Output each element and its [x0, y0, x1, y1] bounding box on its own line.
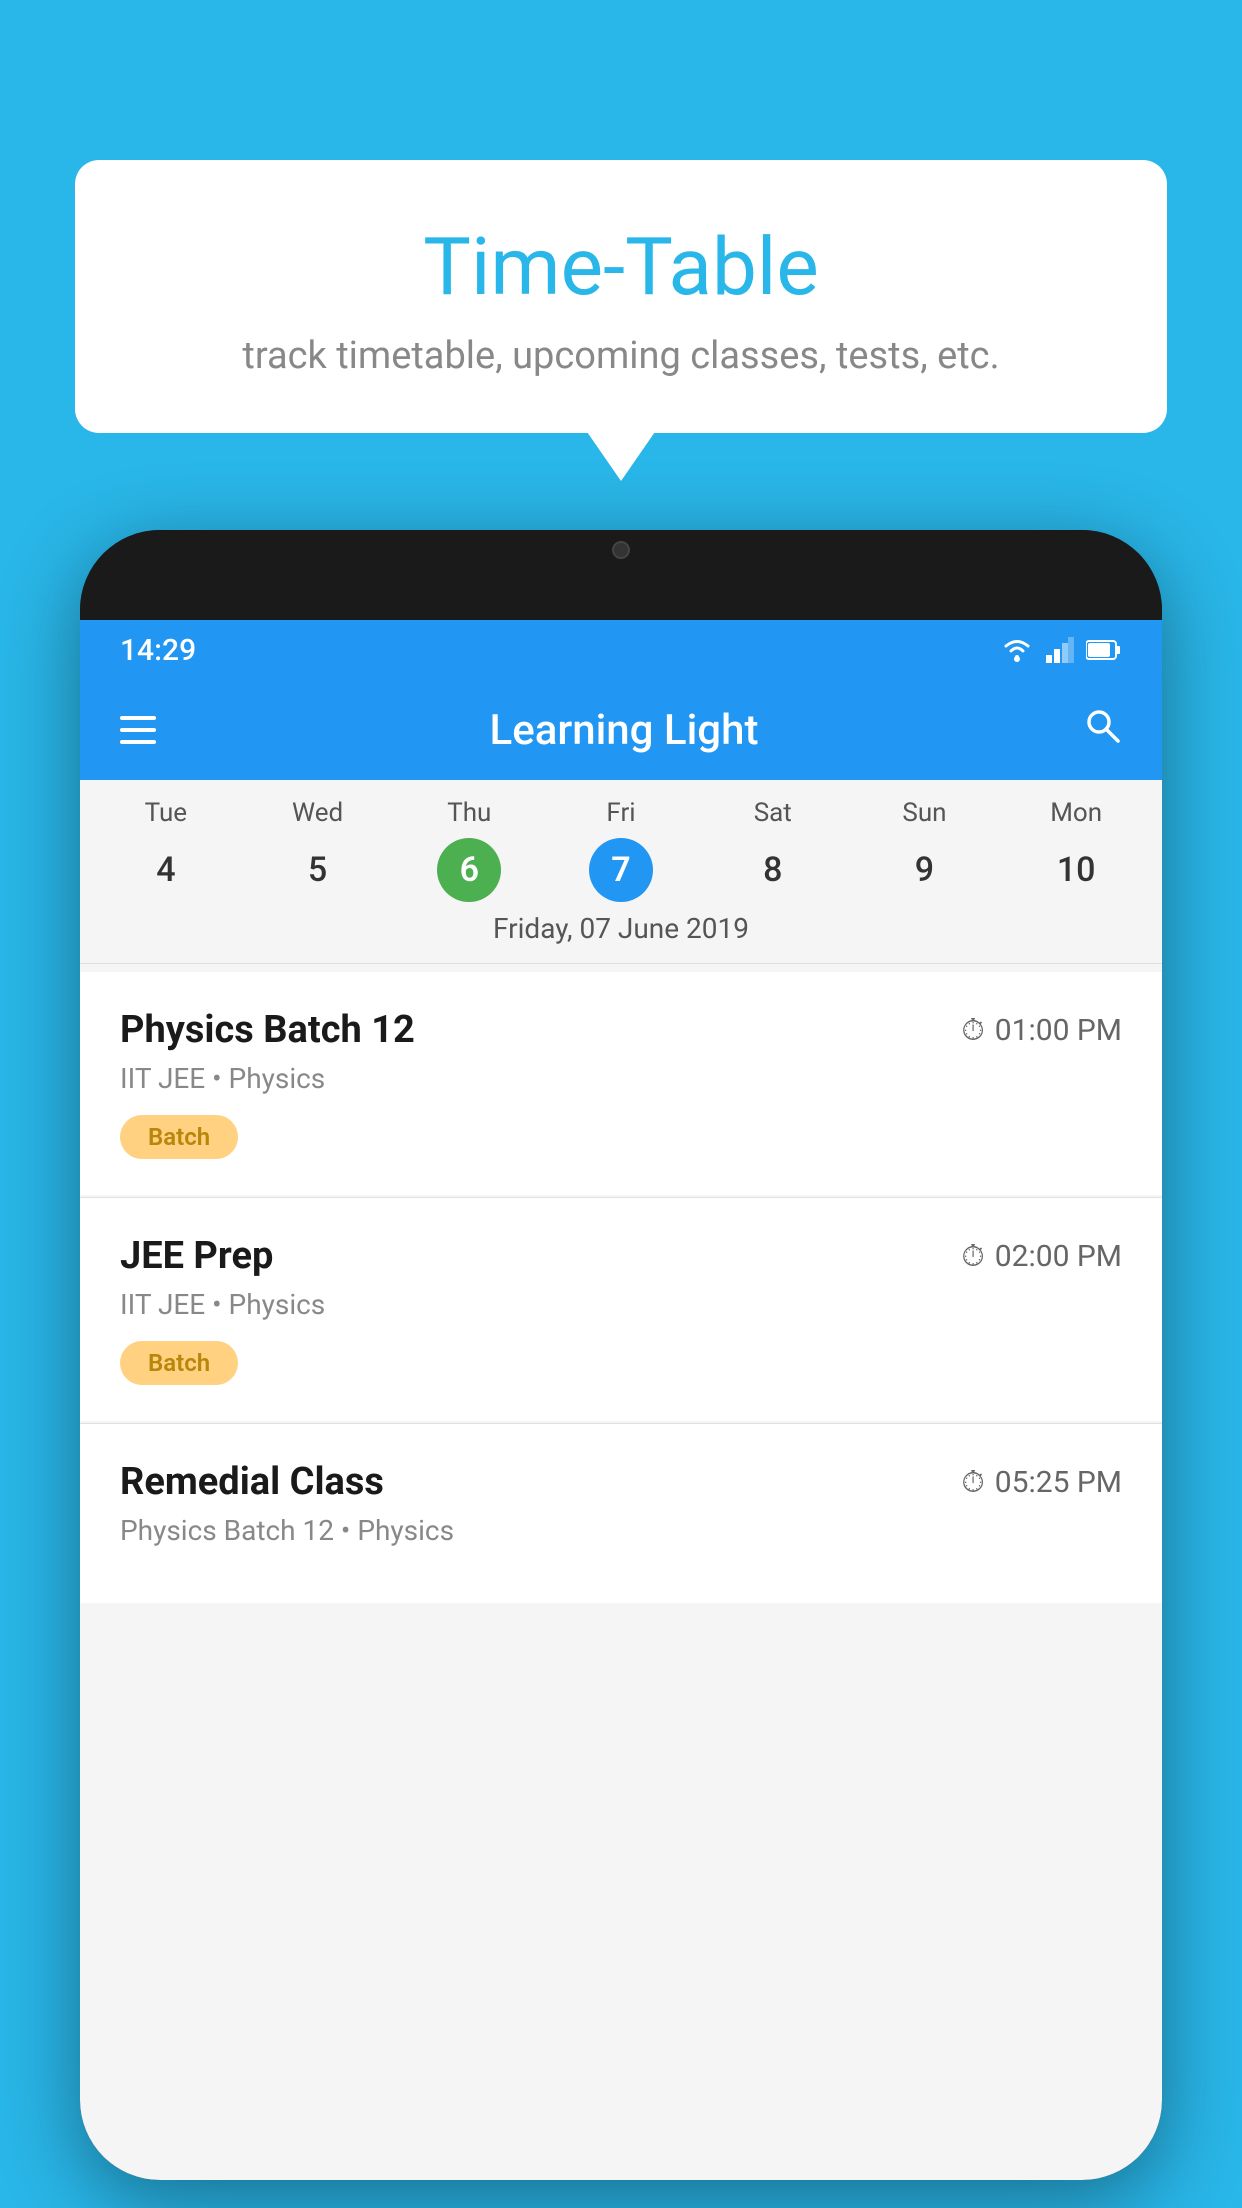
class-card[interactable]: JEE Prep ⏱ 02:00 PM IIT JEE • Physics Batch [80, 1198, 1162, 1421]
batch-badge: Batch [120, 1115, 238, 1159]
phone-screen: Tue 4 Wed 5 Thu 6 Fri 7 Sat 8 Sun 9 Mon 10 Friday, 07… [80, 780, 1162, 2180]
class-time: ⏱ 02:00 PM [961, 1239, 1122, 1274]
day-col[interactable]: Fri 7 [545, 798, 697, 902]
phone-notch [561, 530, 681, 570]
signal-icon [1046, 637, 1074, 663]
phone-bezel [80, 530, 1162, 620]
search-button[interactable] [1082, 705, 1122, 756]
day-number: 6 [437, 838, 501, 902]
day-name: Mon [1050, 798, 1102, 828]
app-bar: Learning Light [80, 680, 1162, 780]
status-bar: 14:29 [80, 620, 1162, 680]
days-row: Tue 4 Wed 5 Thu 6 Fri 7 Sat 8 Sun 9 Mon 10 [80, 798, 1162, 902]
class-list: Physics Batch 12 ⏱ 01:00 PM IIT JEE • Phys… [80, 972, 1162, 1603]
class-card[interactable]: Physics Batch 12 ⏱ 01:00 PM IIT JEE • Phys… [80, 972, 1162, 1195]
day-number: 4 [134, 838, 198, 902]
menu-line-1 [120, 716, 156, 720]
clock-icon: ⏱ [961, 1013, 984, 1048]
clock-icon: ⏱ [961, 1239, 984, 1274]
app-title: Learning Light [196, 706, 1052, 755]
day-number: 5 [286, 838, 350, 902]
class-subtitle: IIT JEE • Physics [120, 1062, 1122, 1095]
class-title: Remedial Class [120, 1460, 384, 1504]
day-name: Tue [145, 798, 187, 828]
day-name: Sat [754, 798, 792, 828]
day-number: 9 [892, 838, 956, 902]
class-subtitle: IIT JEE • Physics [120, 1288, 1122, 1321]
day-col[interactable]: Sun 9 [849, 798, 1001, 902]
class-time: ⏱ 05:25 PM [961, 1465, 1122, 1500]
clock-icon: ⏱ [961, 1465, 984, 1500]
day-name: Wed [292, 798, 343, 828]
class-title: JEE Prep [120, 1234, 273, 1278]
battery-icon [1086, 639, 1122, 661]
day-number: 8 [741, 838, 805, 902]
class-card[interactable]: Remedial Class ⏱ 05:25 PM Physics Batch 12… [80, 1424, 1162, 1603]
day-col[interactable]: Mon 10 [1000, 798, 1152, 902]
day-col[interactable]: Wed 5 [242, 798, 394, 902]
calendar-header: Tue 4 Wed 5 Thu 6 Fri 7 Sat 8 Sun 9 Mon 10 Friday, 07… [80, 780, 1162, 972]
selected-date-label: Friday, 07 June 2019 [80, 902, 1162, 964]
batch-badge: Batch [120, 1341, 238, 1385]
day-name: Fri [606, 798, 635, 828]
front-camera [612, 541, 630, 559]
menu-line-3 [120, 740, 156, 744]
status-time: 14:29 [120, 633, 196, 668]
class-subtitle: Physics Batch 12 • Physics [120, 1514, 1122, 1547]
status-icons [1000, 637, 1122, 663]
day-number: 7 [589, 838, 653, 902]
day-col[interactable]: Sat 8 [697, 798, 849, 902]
day-name: Thu [447, 798, 491, 828]
speech-bubble: Time-Table track timetable, upcoming cla… [75, 160, 1167, 433]
day-name: Sun [902, 798, 946, 828]
wifi-icon [1000, 637, 1034, 663]
menu-line-2 [120, 728, 156, 732]
class-time: ⏱ 01:00 PM [961, 1013, 1122, 1048]
class-title: Physics Batch 12 [120, 1008, 415, 1052]
menu-button[interactable] [120, 716, 156, 744]
day-col[interactable]: Tue 4 [90, 798, 242, 902]
day-number: 10 [1044, 838, 1108, 902]
timetable-title: Time-Table [115, 220, 1127, 314]
day-col[interactable]: Thu 6 [393, 798, 545, 902]
phone-frame: 14:29 [80, 530, 1162, 2180]
timetable-subtitle: track timetable, upcoming classes, tests… [115, 334, 1127, 378]
